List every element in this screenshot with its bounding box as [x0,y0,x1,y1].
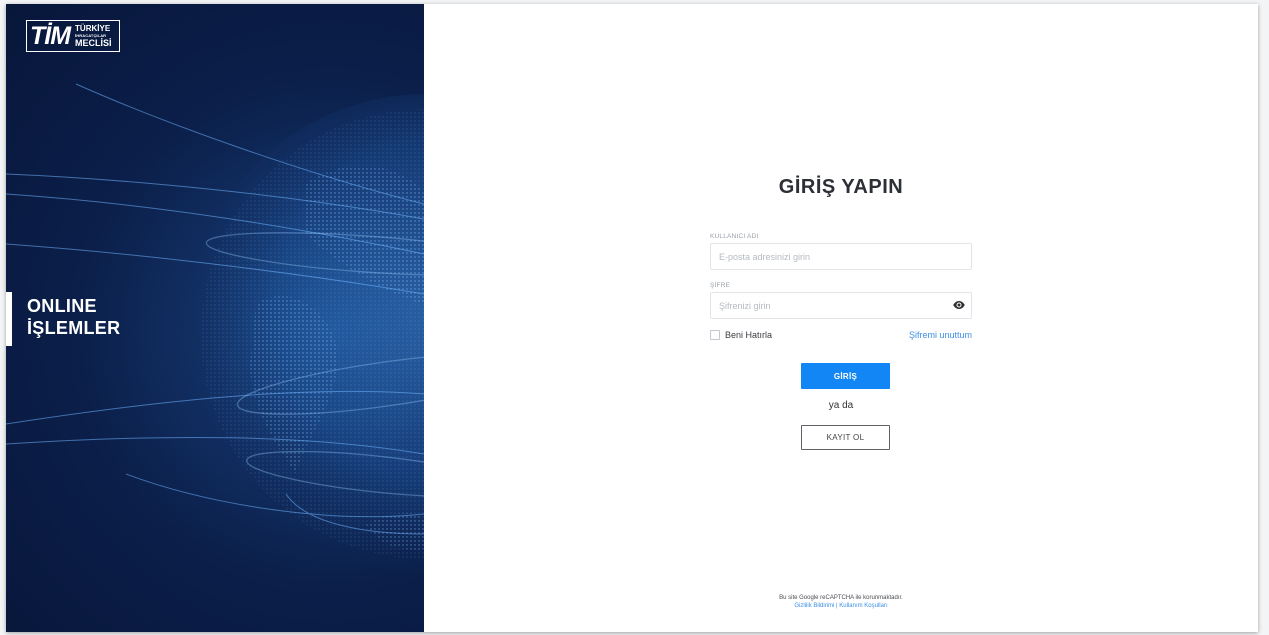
hero-accent-bar [6,292,12,346]
password-field [710,292,972,319]
hero-panel: TİM TÜRKİYE İHRACATÇILAR MECLİSİ ONLINE … [6,4,424,632]
username-label: KULLANICI ADI [710,233,759,240]
login-page: TİM TÜRKİYE İHRACATÇILAR MECLİSİ ONLINE … [6,4,1258,632]
eye-icon[interactable] [953,300,965,310]
privacy-link[interactable]: Gizlilik Bildirimi [794,603,834,609]
options-row: Beni Hatırla Şifremi unuttum [710,329,972,341]
password-input[interactable] [710,292,972,319]
remember-checkbox[interactable] [710,330,720,340]
logo-line-1: TÜRKİYE [75,23,111,33]
username-input[interactable] [710,243,972,270]
logo-text: TÜRKİYE İHRACATÇILAR MECLİSİ [75,23,112,48]
logo-mark: TİM [30,21,71,50]
login-panel: GİRİŞ YAPIN KULLANICI ADI ŞİFRE Beni Hat… [424,4,1258,632]
terms-link[interactable]: Kullanım Koşulları [839,603,887,609]
recaptcha-footer: Bu site Google reCAPTCHA ile korunmaktad… [424,594,1258,610]
remember-me[interactable]: Beni Hatırla [710,330,772,340]
footer-separator: | [836,603,838,609]
forgot-password-link[interactable]: Şifremi unuttum [909,330,972,340]
tim-logo[interactable]: TİM TÜRKİYE İHRACATÇILAR MECLİSİ [26,20,120,52]
hero-title: ONLINE İŞLEMLER [27,295,120,339]
hero-title-line-1: ONLINE [27,296,97,316]
remember-label: Beni Hatırla [725,330,773,340]
register-button[interactable]: KAYIT OL [801,425,890,450]
footer-links: Gizlilik Bildirimi | Kullanım Koşulları [424,602,1258,610]
login-button[interactable]: GİRİŞ [801,363,890,389]
or-divider: ya da [828,400,854,411]
password-label: ŞİFRE [710,282,731,289]
logo-line-2: İHRACATÇILAR [75,32,107,38]
recaptcha-notice: Bu site Google reCAPTCHA ile korunmaktad… [779,595,903,601]
logo-line-3: MECLİSİ [75,37,112,48]
login-form: KULLANICI ADI ŞİFRE Beni Hatırla Şifremi… [710,233,972,341]
login-title: GİRİŞ YAPIN [778,176,904,198]
hero-title-line-2: İŞLEMLER [27,318,121,338]
